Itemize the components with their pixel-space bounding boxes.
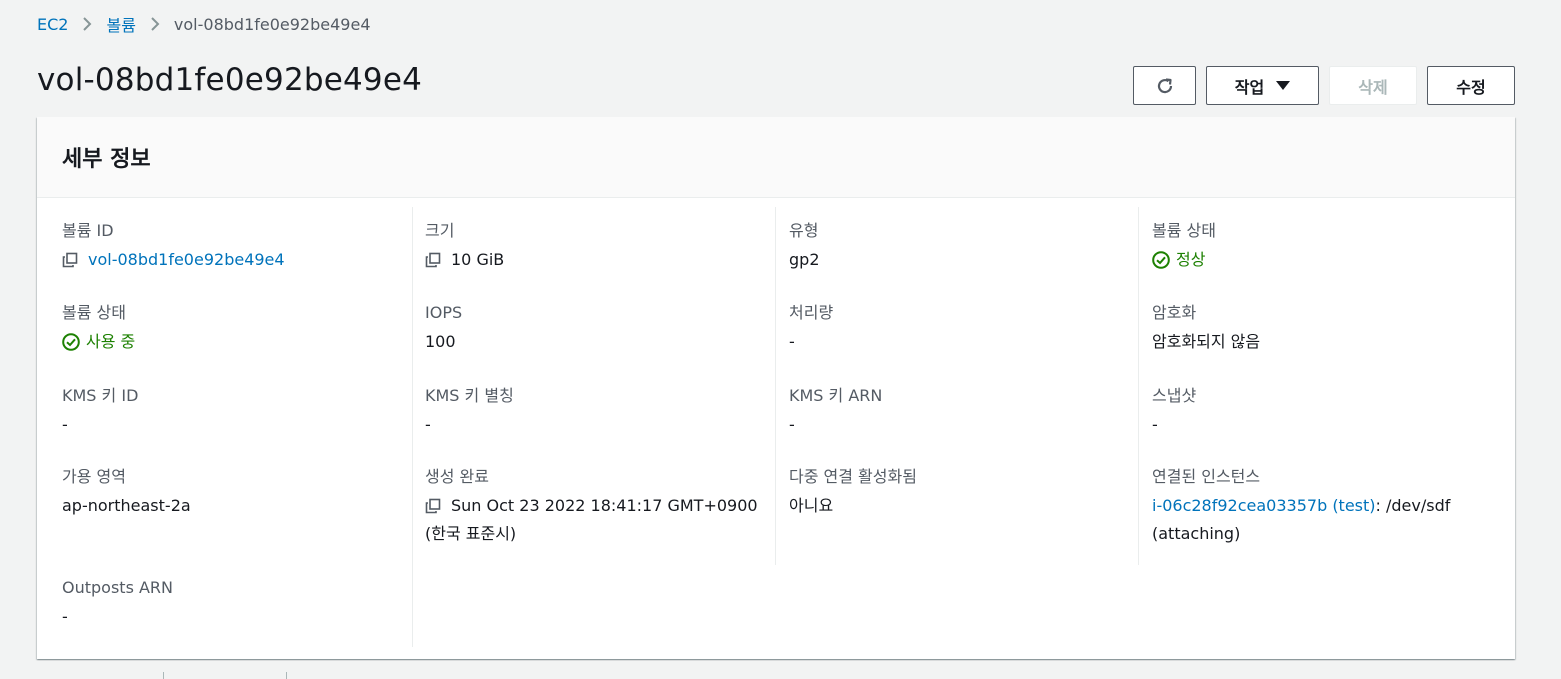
page-title: vol-08bd1fe0e92be49e4: [37, 62, 423, 98]
detail-label: 연결된 인스턴스: [1152, 467, 1261, 486]
actions-dropdown-button[interactable]: 작업: [1206, 66, 1319, 105]
attachment-state: (attaching): [1152, 524, 1241, 543]
created-value-line1: Sun Oct 23 2022 18:41:17 GMT+0900: [451, 496, 758, 515]
detail-size: 크기 10 GiB: [425, 221, 504, 274]
detail-multi-attach: 다중 연결 활성화됨 아니요: [789, 467, 917, 520]
breadcrumb: EC2 볼륨 vol-08bd1fe0e92be49e4: [37, 12, 371, 36]
kms-key-arn-value: -: [789, 415, 795, 434]
encryption-value: 암호화되지 않음: [1152, 332, 1261, 351]
details-panel: 세부 정보 볼륨 ID vol-08bd1fe0e92be49e4 크기 10 …: [37, 117, 1515, 659]
tab-divider: [163, 672, 164, 679]
outposts-arn-value: -: [62, 607, 68, 626]
detail-value: vol-08bd1fe0e92be49e4: [62, 246, 285, 274]
copy-icon[interactable]: [425, 498, 441, 514]
detail-value: Sun Oct 23 2022 18:41:17 GMT+0900: [425, 492, 770, 520]
actions-label: 작업: [1234, 77, 1265, 97]
volume-state-value: 사용 중: [86, 332, 136, 351]
details-panel-header: 세부 정보: [37, 117, 1515, 198]
detail-label: 생성 완료: [425, 467, 489, 486]
delete-label: 삭제: [1358, 77, 1388, 97]
device-name: : /dev/sdf: [1375, 496, 1451, 515]
detail-label: IOPS: [425, 303, 463, 322]
iops-value: 100: [425, 332, 456, 351]
detail-label: 볼륨 상태: [1152, 221, 1216, 240]
detail-kms-key-arn: KMS 키 ARN -: [789, 386, 882, 439]
detail-throughput: 처리량 -: [789, 303, 833, 356]
created-value-line2: (한국 표준시): [425, 524, 517, 543]
column-divider: [775, 207, 776, 565]
detail-label: 암호화: [1152, 303, 1197, 322]
detail-value: 정상: [1152, 246, 1216, 274]
column-divider: [1138, 207, 1139, 565]
breadcrumb-volumes-link[interactable]: 볼륨: [106, 12, 135, 36]
snapshot-value: -: [1152, 415, 1158, 434]
detail-attached-instances: 연결된 인스턴스 i-06c28f92cea03357b (test): /de…: [1152, 467, 1512, 548]
instance-link[interactable]: i-06c28f92cea03357b (test): [1152, 492, 1376, 520]
detail-volume-state: 볼륨 상태 사용 중: [62, 303, 135, 356]
copy-icon[interactable]: [62, 252, 78, 268]
check-circle-icon: [1152, 251, 1170, 269]
caret-down-icon: [1276, 81, 1291, 90]
volume-id-link[interactable]: vol-08bd1fe0e92be49e4: [88, 246, 285, 274]
refresh-button[interactable]: [1133, 66, 1196, 105]
detail-snapshot: 스냅샷 -: [1152, 386, 1196, 439]
chevron-right-icon: [150, 16, 160, 32]
column-divider: [412, 207, 413, 647]
volume-status-value: 정상: [1176, 250, 1206, 269]
detail-label: 유형: [789, 221, 819, 240]
breadcrumb-current: vol-08bd1fe0e92be49e4: [173, 14, 371, 34]
detail-created: 생성 완료 Sun Oct 23 2022 18:41:17 GMT+0900 …: [425, 467, 770, 548]
copy-icon[interactable]: [425, 252, 441, 268]
detail-value: i-06c28f92cea03357b (test): /dev/sdf: [1152, 492, 1512, 520]
detail-encryption: 암호화 암호화되지 않음: [1152, 303, 1260, 356]
detail-volume-status: 볼륨 상태 정상: [1152, 221, 1216, 274]
type-value: gp2: [789, 250, 820, 269]
chevron-right-icon: [82, 16, 92, 32]
detail-type: 유형 gp2: [789, 221, 820, 274]
multi-attach-value: 아니요: [789, 496, 834, 515]
detail-label: 크기: [425, 221, 455, 240]
availability-zone-value: ap-northeast-2a: [62, 496, 191, 515]
detail-value: 사용 중: [62, 328, 135, 356]
detail-kms-key-alias: KMS 키 별칭 -: [425, 386, 514, 439]
detail-volume-id: 볼륨 ID vol-08bd1fe0e92be49e4: [62, 221, 285, 274]
tab-divider: [286, 672, 287, 679]
detail-label: 가용 영역: [62, 467, 126, 486]
detail-label: 스냅샷: [1152, 386, 1197, 405]
detail-label: 볼륨 ID: [62, 221, 114, 240]
size-value: 10 GiB: [451, 250, 505, 269]
detail-label: KMS 키 ID: [62, 386, 139, 405]
detail-availability-zone: 가용 영역 ap-northeast-2a: [62, 467, 191, 520]
throughput-value: -: [789, 332, 795, 351]
detail-label: Outposts ARN: [62, 578, 174, 597]
check-circle-icon: [62, 333, 80, 351]
kms-key-alias-value: -: [425, 415, 431, 434]
edit-button[interactable]: 수정: [1427, 66, 1515, 105]
details-panel-title: 세부 정보: [62, 147, 151, 172]
edit-label: 수정: [1456, 77, 1486, 97]
detail-value: 10 GiB: [425, 246, 504, 274]
kms-key-id-value: -: [62, 415, 68, 434]
detail-outposts-arn: Outposts ARN -: [62, 578, 173, 631]
detail-label: KMS 키 ARN: [789, 386, 883, 405]
refresh-icon: [1155, 76, 1175, 96]
detail-iops: IOPS 100: [425, 303, 462, 356]
breadcrumb-ec2-link[interactable]: EC2: [37, 15, 68, 34]
detail-label: 처리량: [789, 303, 834, 322]
detail-label: KMS 키 별칭: [425, 386, 514, 405]
detail-label: 볼륨 상태: [62, 303, 126, 322]
delete-button[interactable]: 삭제: [1329, 66, 1417, 105]
detail-label: 다중 연결 활성화됨: [789, 467, 917, 486]
detail-kms-key-id: KMS 키 ID -: [62, 386, 138, 439]
